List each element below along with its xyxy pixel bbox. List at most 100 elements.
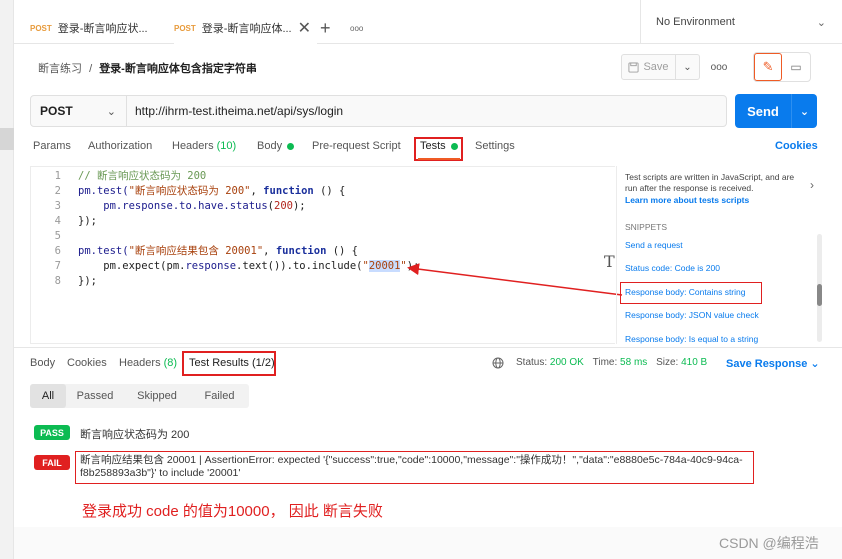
url-bar: POST ⌄ [30, 95, 727, 127]
tab-headers[interactable]: Headers (10) [172, 140, 236, 152]
breadcrumb-request: 登录-断言响应体包含指定字符串 [99, 63, 257, 75]
filter-skipped[interactable]: Skipped [124, 384, 190, 408]
close-icon[interactable]: ✕ [298, 18, 311, 38]
learn-more-link[interactable]: Learn more about tests scripts [625, 195, 749, 205]
annotation-arrow-icon [407, 263, 623, 296]
resp-tab-body[interactable]: Body [30, 357, 55, 369]
resp-headers-count: (8) [163, 357, 178, 369]
code-token: 200 [274, 200, 293, 212]
request-tab-2[interactable]: POST 登录-断言响应体... ✕ [174, 12, 317, 44]
code-text: pm.test("断言响应结果包含 20001", function () { [78, 244, 358, 259]
response-divider [14, 347, 842, 348]
status-label: Status: [516, 357, 548, 368]
snippets-intro: Test scripts are written in JavaScript, … [625, 172, 795, 193]
tab-body-label: Body [257, 140, 283, 152]
comment-icon[interactable]: ▭ [782, 53, 810, 81]
add-tab-button[interactable]: + [320, 12, 331, 44]
environment-select[interactable]: No Environment ⌄ [640, 0, 842, 44]
code-text: // 断言响应状态码为 200 [78, 170, 207, 182]
code-token: response.to.have.status [122, 200, 268, 212]
code-text: pm.expect(pm.response.text()).to.include… [78, 259, 419, 274]
tab-body[interactable]: Body [257, 140, 295, 152]
time-value: 58 ms [620, 357, 648, 368]
chevron-down-icon: ⌄ [816, 16, 826, 29]
code-token: "断言响应状态码为 200" [128, 185, 251, 197]
filter-failed[interactable]: Failed [190, 384, 249, 408]
method-select[interactable]: POST ⌄ [31, 96, 127, 126]
url-input[interactable] [127, 96, 726, 126]
code-token: , [250, 185, 264, 197]
tab-settings[interactable]: Settings [475, 140, 515, 152]
chevron-down-icon[interactable]: ⌄ [792, 105, 817, 118]
resp-tab-cookies[interactable]: Cookies [67, 357, 107, 369]
tab-authorization[interactable]: Authorization [88, 140, 152, 152]
view-toggle[interactable]: ✎ ▭ [753, 52, 811, 82]
response-status: Status: 200 OK Time: 58 ms Size: 410 B [516, 357, 707, 368]
tab-strip: POST 登录-断言响应状... POST 登录-断言响应体... ✕ + oo… [14, 0, 842, 44]
annotation-note: 登录成功 code 的值为10000， 因此 断言失败 [82, 503, 383, 520]
size-label: Size: [656, 357, 679, 368]
result-filter: All Passed Skipped Failed [30, 384, 249, 408]
tab-headers-label: Headers [172, 140, 214, 152]
result-text: 断言响应结果包含 20001 | AssertionError: expecte… [80, 454, 743, 479]
code-text: pm.test("断言响应状态码为 200", function () { [78, 184, 345, 199]
line-number: 7 [54, 260, 61, 272]
request-tab-1[interactable]: POST 登录-断言响应状... [30, 12, 165, 44]
more-actions-button[interactable]: ooo [708, 54, 730, 80]
breadcrumb-separator: / [89, 63, 93, 75]
code-line: 1 // 断言响应状态码为 200 [31, 169, 207, 184]
snippet-item[interactable]: Response body: JSON value check [625, 310, 759, 320]
tab-method: POST [174, 23, 196, 33]
save-response-button[interactable]: Save Response ⌄ [726, 357, 820, 370]
chevron-down-icon: ⌄ [683, 61, 692, 73]
chevron-down-icon: ⌄ [106, 105, 116, 118]
line-number: 5 [54, 230, 61, 242]
scrollbar-thumb[interactable] [817, 284, 822, 306]
code-token: pm.test( [78, 245, 129, 257]
save-label: Save [643, 61, 669, 73]
code-token: () { [326, 245, 358, 257]
line-number: 3 [54, 200, 61, 212]
chevron-right-icon[interactable]: › [810, 178, 814, 192]
code-line: 3 pm.response.to.have.status(200); [31, 199, 306, 214]
tab-params[interactable]: Params [33, 140, 71, 152]
code-line: 8}); [31, 274, 97, 289]
result-text: 断言响应状态码为 200 [80, 429, 190, 441]
save-options-button[interactable]: ⌄ [676, 54, 700, 80]
code-token: , [263, 245, 276, 257]
code-selection: 20001 [368, 260, 401, 272]
tab-method: POST [30, 23, 52, 33]
filter-passed[interactable]: Passed [66, 384, 124, 408]
watermark: CSDN @编程浩 [719, 535, 819, 551]
code-line: 6 pm.test("断言响应结果包含 20001", function () { [31, 244, 358, 259]
code-line: 4}); [31, 214, 97, 229]
snippet-item[interactable]: Response body: Is equal to a string [625, 334, 758, 344]
status-value: 200 OK [549, 357, 584, 368]
pass-badge: PASS [34, 425, 70, 440]
filter-all[interactable]: All [30, 384, 66, 408]
size-value: 410 B [681, 357, 708, 368]
resp-tab-headers[interactable]: Headers (8) [119, 357, 177, 369]
code-line: 2 pm.test("断言响应状态码为 200", function () { [31, 184, 346, 199]
snippet-item[interactable]: Status code: Code is 200 [625, 263, 720, 273]
bottom-strip [14, 527, 842, 559]
environment-label: No Environment [656, 16, 735, 28]
cookies-link[interactable]: Cookies [775, 140, 818, 152]
left-sidebar [0, 0, 14, 559]
globe-icon[interactable] [492, 357, 504, 369]
code-token: ); [292, 200, 306, 212]
breadcrumb-collection[interactable]: 断言练习 [38, 63, 82, 75]
save-button[interactable]: Save [621, 54, 676, 80]
snippets-scrollbar[interactable] [817, 234, 822, 342]
line-number: 4 [54, 215, 61, 227]
send-button[interactable]: Send ⌄ [735, 94, 817, 128]
snippet-item[interactable]: Send a request [625, 240, 683, 250]
status-dot-icon [287, 142, 295, 150]
more-tabs-icon[interactable]: ooo [350, 12, 363, 44]
code-line: 7 pm.expect(pm.response.text()).to.inclu… [31, 259, 419, 274]
code-token: function [275, 245, 327, 257]
edit-icon[interactable]: ✎ [754, 53, 783, 81]
sidebar-marker [0, 128, 14, 150]
code-editor[interactable]: 1// 断言响应状态码为 200 2 pm.test("断言响应状态码为 200"… [30, 166, 615, 344]
tab-prerequest[interactable]: Pre-request Script [312, 140, 401, 152]
